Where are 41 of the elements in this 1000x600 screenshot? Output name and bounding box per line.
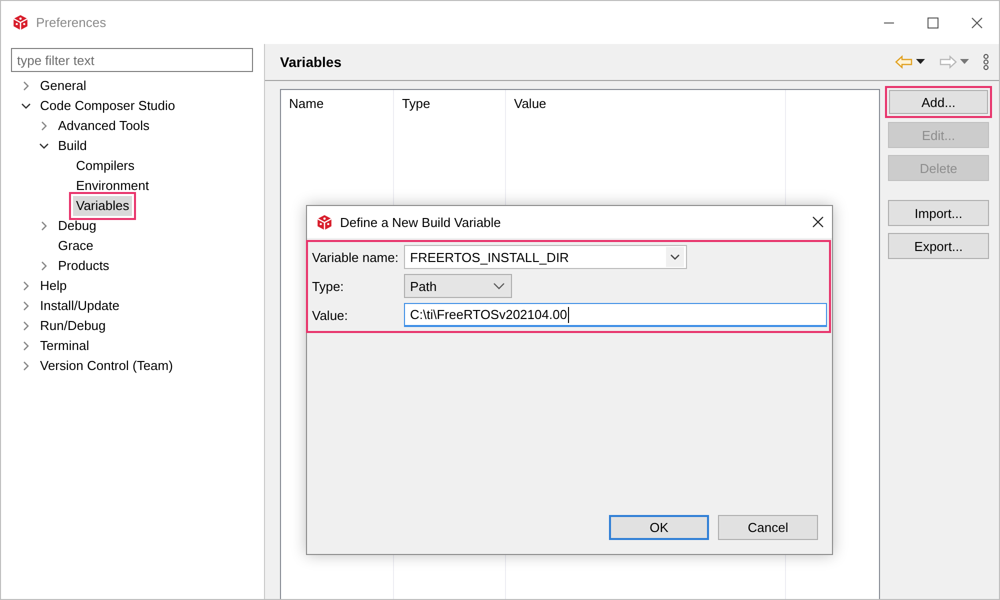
dialog-button[interactable]: OK <box>609 515 709 540</box>
name-combo-box[interactable]: FREERTOS_INSTALL_DIR <box>404 245 687 269</box>
action-button[interactable]: Export... <box>888 233 989 259</box>
field-label: Value: <box>312 308 349 322</box>
tree-item[interactable]: Compilers <box>73 156 138 176</box>
dialog-title: Define a New Build Variable <box>340 214 502 230</box>
tree-item[interactable]: Help <box>37 276 70 296</box>
tree-item[interactable]: Run/Debug <box>37 316 109 336</box>
tree-item[interactable]: Variables <box>73 196 132 216</box>
action-button[interactable]: Import... <box>888 200 989 226</box>
tree-item[interactable]: Environment <box>73 176 152 196</box>
tree-item[interactable]: Install/Update <box>37 296 122 316</box>
filter-field[interactable]: type filter text <box>11 48 253 72</box>
tree-item[interactable]: Products <box>55 256 112 276</box>
tree-item[interactable]: Advanced Tools <box>55 116 153 136</box>
tree-item[interactable]: Build <box>55 136 90 156</box>
app-logo-icon <box>316 214 333 230</box>
value-input-field[interactable]: C:\ti\FreeRTOSv202104.00 <box>404 303 827 327</box>
page-title: Variables <box>280 54 342 70</box>
tree-item[interactable]: Grace <box>55 236 96 256</box>
dialog-button[interactable]: Cancel <box>718 515 818 540</box>
caret-down-icon[interactable] <box>916 59 925 65</box>
tree-item[interactable]: General <box>37 76 90 96</box>
chevron-down-icon[interactable] <box>493 282 505 290</box>
close-icon[interactable] <box>812 216 824 228</box>
field-label: Variable name: <box>312 250 400 264</box>
tree-item[interactable]: Debug <box>55 216 100 236</box>
forward-arrow-icon[interactable] <box>939 55 957 69</box>
chevron-down-icon[interactable] <box>666 247 684 267</box>
app-logo-icon <box>12 14 29 31</box>
tree-item[interactable]: Code Composer Studio <box>37 96 178 116</box>
column-header[interactable]: Name <box>289 96 324 111</box>
column-header[interactable]: Type <box>402 96 430 111</box>
tree-item[interactable]: Terminal <box>37 336 92 356</box>
action-button[interactable]: Add... <box>885 86 992 118</box>
field-label: Type: <box>312 278 345 294</box>
column-header[interactable]: Value <box>514 96 546 111</box>
tree-item[interactable]: Version Control (Team) <box>37 356 176 376</box>
menu-icon[interactable] <box>983 54 989 70</box>
window-title: Preferences <box>36 15 108 30</box>
type-dropdown[interactable]: Path <box>404 274 512 298</box>
